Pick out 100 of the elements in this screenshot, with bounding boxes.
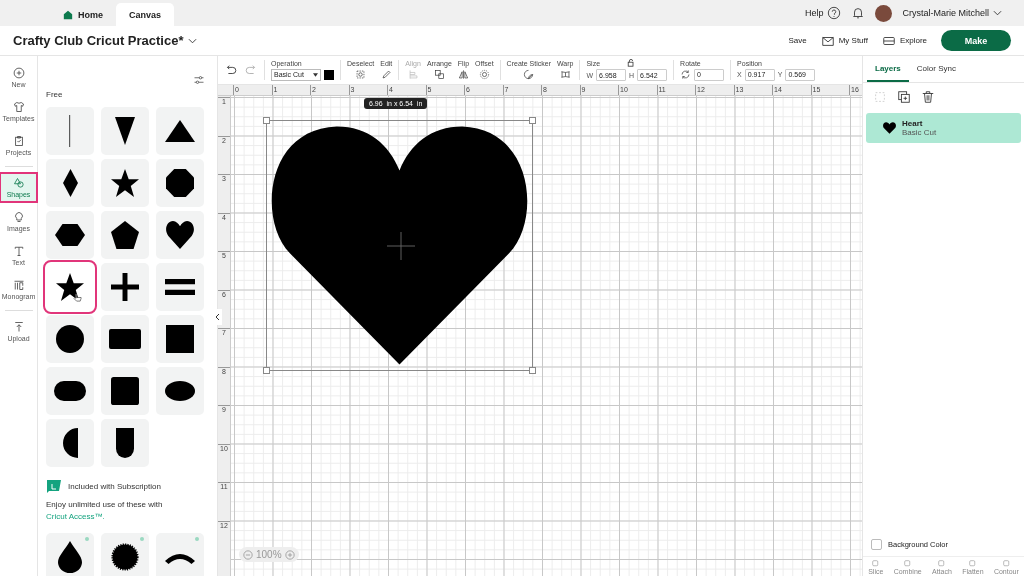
line-shape xyxy=(69,115,71,147)
rectangle-shape xyxy=(109,329,141,349)
resize-handle[interactable] xyxy=(263,117,270,124)
diamond-shape xyxy=(62,169,78,197)
shape-tile[interactable] xyxy=(46,367,94,415)
checkbox[interactable] xyxy=(871,539,882,550)
shape-tile[interactable] xyxy=(101,533,149,576)
shape-tile[interactable] xyxy=(156,263,204,311)
shape-tile[interactable] xyxy=(156,533,204,576)
circle-shape xyxy=(56,325,84,353)
layer-name: Heart xyxy=(902,119,924,128)
chevron-down-icon xyxy=(187,37,197,44)
zoom-level: 100% xyxy=(256,549,282,560)
triangle-shape xyxy=(165,120,195,142)
arch-shape xyxy=(116,428,134,458)
offset-icon[interactable] xyxy=(478,69,490,80)
shape-tile[interactable] xyxy=(46,315,94,363)
subscription-icon xyxy=(46,479,62,493)
undo-icon[interactable] xyxy=(224,63,238,77)
avatar[interactable] xyxy=(875,4,893,22)
shape-tile[interactable] xyxy=(46,533,94,576)
teardrop-shape xyxy=(58,541,82,573)
shape-tile[interactable] xyxy=(156,211,204,259)
star-shape xyxy=(56,273,84,301)
arrange-icon[interactable] xyxy=(433,69,445,80)
subscription-label: Included with Subscription xyxy=(68,481,161,491)
home-icon xyxy=(63,9,73,20)
shape-tile[interactable] xyxy=(156,159,204,207)
hand-cursor-icon xyxy=(73,293,82,302)
trash-icon[interactable] xyxy=(921,90,935,104)
plus-circle-icon xyxy=(12,67,25,79)
star-shape xyxy=(111,169,139,197)
shape-tile[interactable] xyxy=(101,367,149,415)
shape-tile[interactable] xyxy=(101,159,149,207)
make-button[interactable]: Make xyxy=(941,30,1011,51)
heart-icon xyxy=(883,122,896,134)
square-shape xyxy=(166,325,194,353)
layer-item[interactable]: Heart Basic Cut xyxy=(866,113,1021,143)
shape-tile[interactable] xyxy=(46,263,94,311)
heart-shape xyxy=(166,221,194,249)
user-menu[interactable]: Crystal-Marie Mitchell xyxy=(902,8,1002,18)
upload-icon xyxy=(12,321,25,333)
project-title[interactable]: Crafty Club Cricut Practice* xyxy=(13,33,197,48)
equals-shape xyxy=(165,279,195,295)
resize-handle[interactable] xyxy=(529,117,536,124)
shape-tile[interactable] xyxy=(156,367,204,415)
lightbulb-icon xyxy=(12,211,25,223)
sticker-icon[interactable] xyxy=(523,69,535,80)
save-button[interactable]: Save xyxy=(788,36,807,45)
scalloped-circle-shape xyxy=(111,543,139,571)
duplicate-icon[interactable] xyxy=(897,90,911,104)
shape-tile[interactable] xyxy=(46,107,94,155)
app-tab[interactable]: Home xyxy=(50,3,116,26)
help-icon xyxy=(827,6,842,20)
panel-tab[interactable]: Color Sync xyxy=(908,56,964,82)
pentagon-shape xyxy=(111,221,139,249)
bell-icon[interactable] xyxy=(851,6,866,20)
inverted-triangle-shape xyxy=(115,117,135,145)
resize-handle[interactable] xyxy=(263,367,270,374)
rounded-rectangle-shape xyxy=(54,381,86,401)
hexagon-shape xyxy=(55,224,85,246)
premium-icon xyxy=(195,537,199,541)
shape-tile[interactable] xyxy=(46,211,94,259)
deselect-icon[interactable] xyxy=(355,69,367,80)
shape-tile[interactable] xyxy=(101,263,149,311)
crosshair-icon xyxy=(387,232,415,260)
resize-handle[interactable] xyxy=(529,367,536,374)
app-tab[interactable]: Canvas xyxy=(116,3,175,26)
subscription-note: Enjoy unlimited use of these with Cricut Access™. xyxy=(46,499,164,523)
shape-tile[interactable] xyxy=(46,419,94,467)
clipboard-icon xyxy=(12,135,25,147)
shape-tile[interactable] xyxy=(101,315,149,363)
section-heading: Free xyxy=(46,90,64,99)
filter-icon[interactable] xyxy=(193,74,205,86)
panel-tab[interactable]: Layers xyxy=(867,56,909,82)
pencil-icon[interactable] xyxy=(380,69,392,80)
lock-icon[interactable] xyxy=(627,59,636,67)
collapse-panel-icon[interactable] xyxy=(214,309,222,325)
shape-tile[interactable] xyxy=(101,419,149,467)
rounded-square-shape xyxy=(111,377,139,405)
shape-tile[interactable] xyxy=(156,315,204,363)
flip-icon[interactable] xyxy=(457,69,469,80)
shape-tile[interactable] xyxy=(46,159,94,207)
plus-shape xyxy=(111,273,139,301)
caret-icon xyxy=(313,72,318,77)
shape-tile[interactable] xyxy=(101,107,149,155)
oval-shape xyxy=(165,381,195,401)
chevron-down-icon xyxy=(993,10,1002,16)
explore-button[interactable]: Explore xyxy=(881,33,927,48)
shape-tile[interactable] xyxy=(101,211,149,259)
monogram-icon xyxy=(12,279,25,291)
premium-icon xyxy=(85,537,89,541)
help-button[interactable]: Help xyxy=(804,6,842,20)
my-stuff-button[interactable]: My Stuff xyxy=(820,33,868,48)
shirt-icon xyxy=(12,101,25,113)
layer-operation: Basic Cut xyxy=(902,128,937,137)
shape-tile[interactable] xyxy=(156,107,204,155)
premium-icon xyxy=(140,537,144,541)
color-swatch[interactable] xyxy=(324,69,334,80)
warp-icon[interactable] xyxy=(559,69,571,80)
